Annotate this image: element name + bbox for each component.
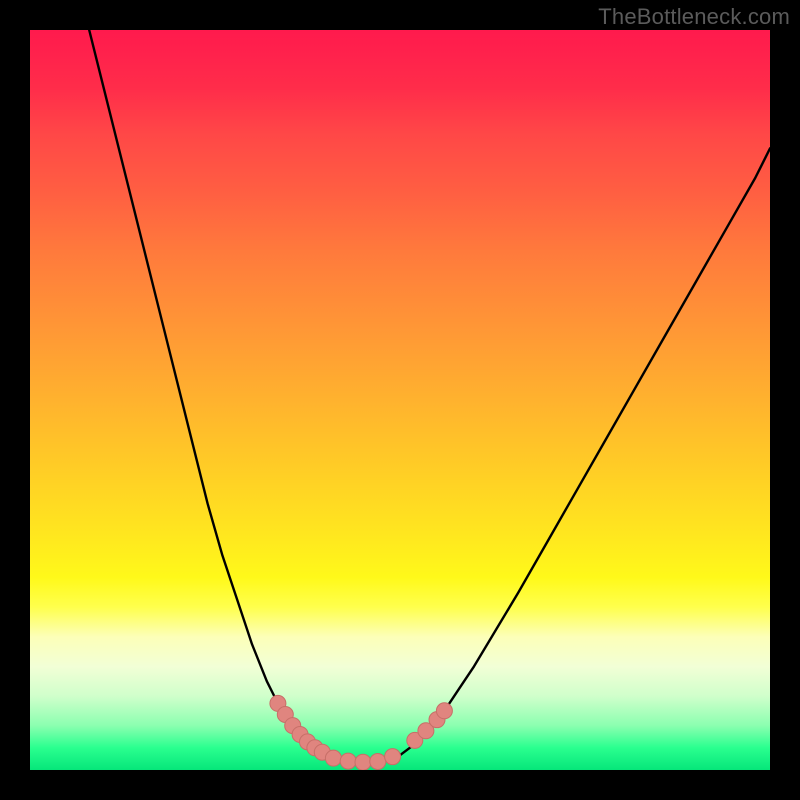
data-point xyxy=(385,749,401,765)
plot-area xyxy=(30,30,770,770)
data-point xyxy=(370,753,386,769)
watermark-text: TheBottleneck.com xyxy=(598,4,790,30)
data-point xyxy=(325,750,341,766)
bottleneck-curve xyxy=(89,30,770,763)
data-point xyxy=(355,754,371,770)
chart-frame: TheBottleneck.com xyxy=(0,0,800,800)
data-point xyxy=(436,703,452,719)
curve-layer xyxy=(30,30,770,770)
data-markers xyxy=(270,695,453,770)
data-point xyxy=(340,753,356,769)
